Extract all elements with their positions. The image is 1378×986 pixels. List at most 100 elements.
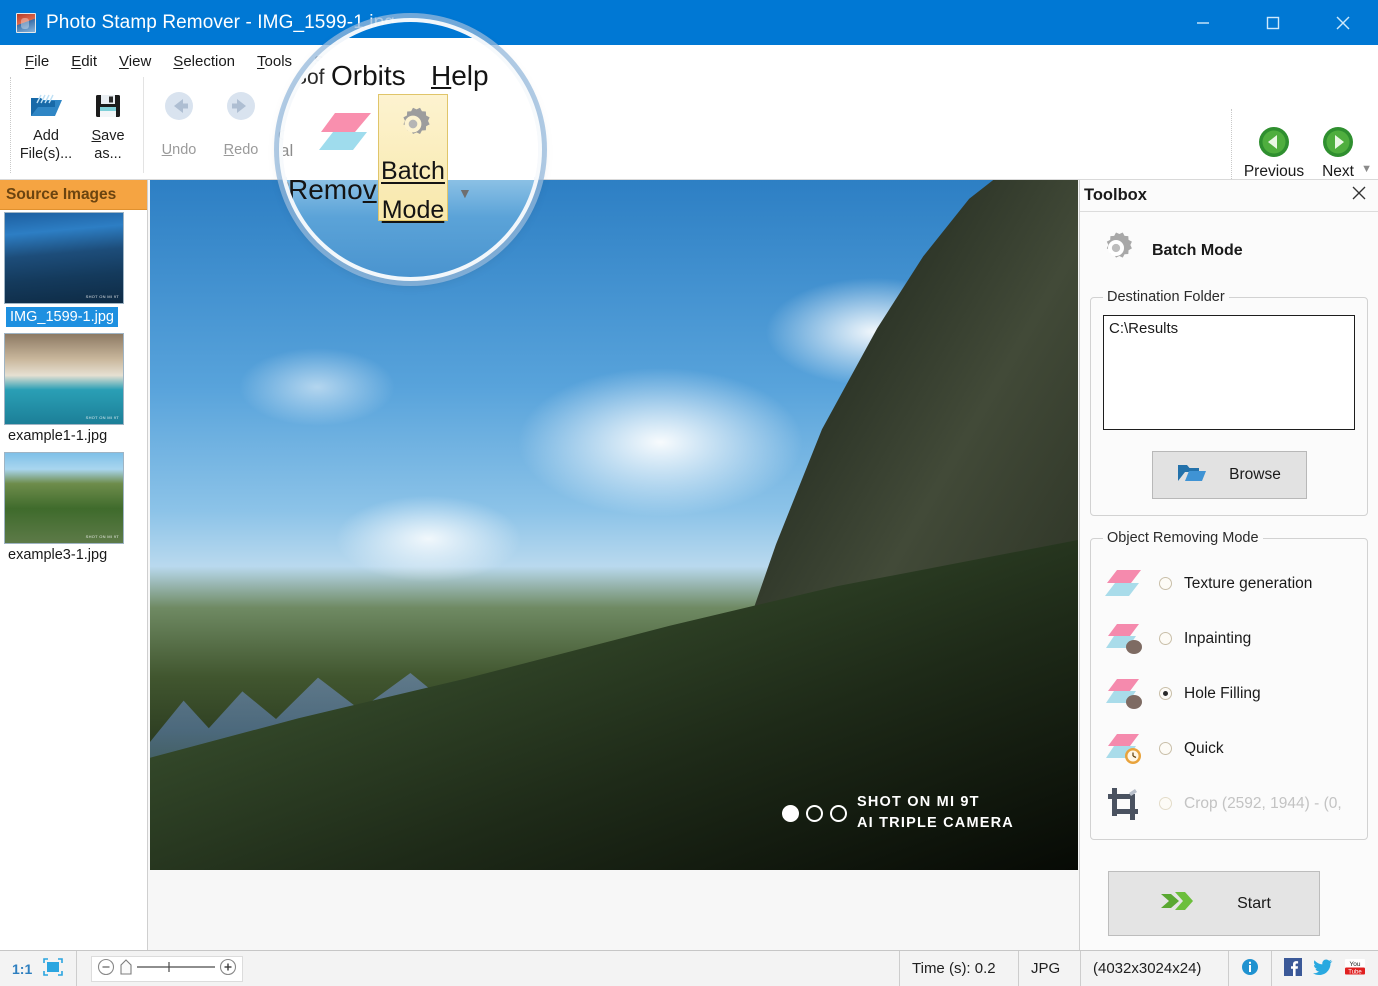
magnifier-titlebar-strip <box>283 22 538 38</box>
close-button[interactable] <box>1308 0 1378 45</box>
fit-to-window-icon[interactable] <box>42 957 64 981</box>
save-icon <box>93 85 123 127</box>
close-icon[interactable] <box>1350 184 1368 207</box>
format-cell: JPG <box>1019 951 1081 986</box>
camera-dots-icon <box>782 804 847 822</box>
dropdown-caret-icon[interactable]: ▼ <box>458 185 472 201</box>
mode-option-quick[interactable]: Quick <box>1103 721 1355 776</box>
mode-label: Quick <box>1184 739 1224 757</box>
gear-icon <box>1094 226 1138 275</box>
magnifier-content: Sof Orbits Help al e Remove <box>283 22 538 277</box>
mode-option-inpainting[interactable]: Inpainting <box>1103 611 1355 666</box>
menu-view[interactable]: View <box>108 50 162 73</box>
zoom-slider-cell <box>77 951 255 986</box>
eraser-icon <box>1103 567 1147 601</box>
redo-button[interactable]: Redo <box>210 77 272 171</box>
add-files-button[interactable]: Add File(s)... <box>15 77 77 171</box>
menu-edit[interactable]: Edit <box>60 50 108 73</box>
source-images-panel: Source Images SHOT ON MI 9T IMG_1599-1.j… <box>0 180 148 950</box>
menu-file[interactable]: FFileile <box>14 50 60 73</box>
next-arrow-icon <box>1322 121 1354 163</box>
maximize-button[interactable] <box>1238 0 1308 45</box>
ribbon-expand-caret-icon[interactable]: ▼ <box>1361 163 1372 175</box>
previous-arrow-icon <box>1258 121 1290 163</box>
eraser-clock-icon <box>1103 732 1147 766</box>
previous-label: Previous <box>1243 163 1305 180</box>
svg-text:You: You <box>1350 961 1361 968</box>
thumbnail[interactable]: SHOT ON MI 9T <box>4 333 124 425</box>
save-as-line2: as... <box>94 146 122 162</box>
zoom-in-icon[interactable] <box>219 958 237 980</box>
start-label: Start <box>1237 894 1271 912</box>
image-watermark: SHOT ON MI 9T AI TRIPLE CAMERA <box>782 792 1014 834</box>
preview-image[interactable]: SHOT ON MI 9T AI TRIPLE CAMERA <box>150 180 1078 870</box>
source-images-header: Source Images <box>0 180 147 210</box>
social-cell: You Tube <box>1272 951 1378 986</box>
eraser-blob-icon <box>1103 622 1147 656</box>
zoom-out-icon[interactable] <box>97 958 115 980</box>
magnifier-batch-line1: Batch <box>381 157 445 185</box>
redo-label: Redo <box>223 142 259 158</box>
start-button[interactable]: Start <box>1108 871 1320 936</box>
radio-inpainting[interactable] <box>1159 632 1172 645</box>
thumbnail-watermark: SHOT ON MI 9T <box>85 534 119 539</box>
folder-open-icon <box>1177 462 1207 489</box>
magnifier-remove-label[interactable]: Remove <box>288 174 392 206</box>
thumbnail[interactable]: SHOT ON MI 9T <box>4 452 124 544</box>
image-canvas-area[interactable]: SHOT ON MI 9T AI TRIPLE CAMERA <box>148 180 1080 950</box>
radio-quick[interactable] <box>1159 742 1172 755</box>
magnifier-menu-orbits[interactable]: Orbits <box>331 60 406 92</box>
gear-icon <box>390 101 436 152</box>
watermark-line1: SHOT ON MI 9T <box>857 794 980 810</box>
undo-arrow-icon <box>162 85 196 127</box>
minimize-button[interactable] <box>1168 0 1238 45</box>
twitter-icon[interactable] <box>1313 958 1333 980</box>
list-item[interactable]: SHOT ON MI 9T IMG_1599-1.jpg <box>2 212 147 331</box>
radio-crop <box>1159 797 1172 810</box>
status-right: Time (s): 0.2 JPG (4032x3024x24) You Tub… <box>899 951 1378 986</box>
zoom-slider[interactable] <box>91 955 244 982</box>
zoom-ratio-label: 1:1 <box>12 960 33 977</box>
mode-label: Texture generation <box>1184 574 1313 592</box>
list-item[interactable]: SHOT ON MI 9T example3-1.jpg <box>2 452 147 569</box>
magnifier-batch-line2: Mode <box>381 196 445 224</box>
title-bar: Photo Stamp Remover - IMG_1599-1.jpg <box>0 0 1378 45</box>
application-window: Photo Stamp Remover - IMG_1599-1.jpg FFi… <box>0 0 1378 986</box>
slider-track[interactable] <box>137 958 216 980</box>
menu-selection[interactable]: Selection <box>162 50 246 73</box>
magnifier-batch-mode-button[interactable]: Batch Mode <box>378 94 448 224</box>
magnifier-menu-soft[interactable]: Sof <box>293 66 325 90</box>
mode-label: Hole Filling <box>1184 684 1261 702</box>
list-item-label: example1-1.jpg <box>8 428 108 444</box>
undo-label: Undo <box>161 142 197 158</box>
youtube-icon[interactable]: You Tube <box>1344 958 1366 980</box>
destination-folder-input[interactable] <box>1103 315 1355 430</box>
toolbox-title: Toolbox <box>1084 186 1147 204</box>
facebook-icon[interactable] <box>1284 957 1302 980</box>
zoom-ratio-cell[interactable]: 1:1 <box>0 951 78 986</box>
radio-texture-generation[interactable] <box>1159 577 1172 590</box>
info-icon[interactable] <box>1241 958 1259 980</box>
save-as-line1: Save <box>91 128 125 144</box>
list-item-label: IMG_1599-1.jpg <box>6 307 118 327</box>
list-item-label: example3-1.jpg <box>8 547 108 563</box>
browse-label: Browse <box>1229 466 1281 483</box>
undo-button[interactable]: Undo <box>148 77 210 171</box>
slider-handle[interactable] <box>119 958 133 980</box>
magnifier-lens: Sof Orbits Help al e Remove <box>283 22 538 277</box>
magnifier-menu-help[interactable]: Help <box>431 60 489 92</box>
eraser-icon <box>319 110 375 157</box>
mode-option-hole-filling[interactable]: Hole Filling <box>1103 666 1355 721</box>
window-controls <box>1168 0 1378 45</box>
svg-text:Tube: Tube <box>1348 969 1362 975</box>
crop-icon <box>1103 786 1147 822</box>
radio-hole-filling[interactable] <box>1159 687 1172 700</box>
list-item[interactable]: SHOT ON MI 9T example1-1.jpg <box>2 333 147 450</box>
save-as-button[interactable]: Save as... <box>77 77 139 171</box>
next-label: Next <box>1322 163 1354 180</box>
toolbox-header: Toolbox <box>1080 180 1378 212</box>
browse-button[interactable]: Browse <box>1151 451 1307 499</box>
thumbnail[interactable]: SHOT ON MI 9T <box>4 212 124 304</box>
info-cell[interactable] <box>1229 951 1272 986</box>
mode-option-texture-generation[interactable]: Texture generation <box>1103 556 1355 611</box>
